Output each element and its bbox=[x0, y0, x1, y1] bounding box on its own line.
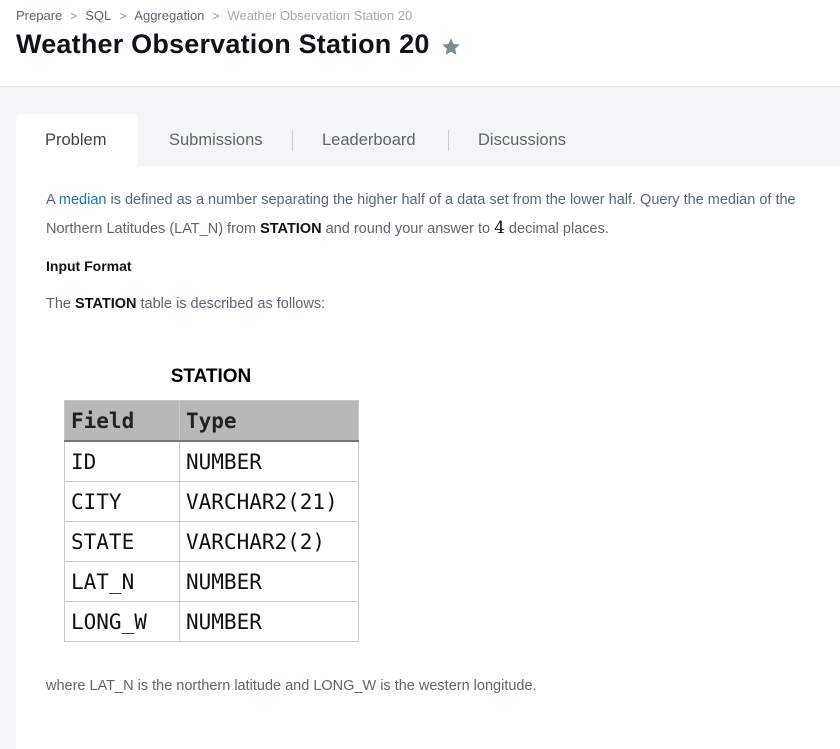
table-header-row: Field Type bbox=[64, 400, 359, 442]
text: decimal places. bbox=[504, 221, 609, 237]
cell-type: NUMBER bbox=[179, 601, 359, 642]
tab-divider bbox=[292, 130, 293, 151]
cell-field: LAT_N bbox=[64, 561, 180, 602]
problem-tabs: Problem Submissions Leaderboard Discussi… bbox=[16, 114, 840, 167]
footer-note: where LAT_N is the northern latitude and… bbox=[46, 678, 537, 694]
breadcrumb: Prepare > SQL > Aggregation > Weather Observat… bbox=[16, 8, 412, 23]
tab-discussions[interactable]: Discussions bbox=[478, 114, 566, 166]
star-icon[interactable] bbox=[440, 36, 462, 58]
decimal-places: 4 bbox=[494, 218, 505, 238]
cell-type: NUMBER bbox=[179, 561, 359, 602]
table-row: ID NUMBER bbox=[64, 440, 359, 482]
cell-type: NUMBER bbox=[179, 440, 359, 482]
cell-field: LONG_W bbox=[64, 601, 180, 642]
header-type: Type bbox=[179, 400, 359, 442]
breadcrumb-current: Weather Observation Station 20 bbox=[227, 8, 413, 23]
table-name: STATION bbox=[75, 296, 137, 312]
tab-divider bbox=[448, 130, 449, 151]
page-header: Prepare > SQL > Aggregation > Weather Observat… bbox=[0, 0, 840, 87]
text: A bbox=[46, 192, 59, 208]
table-row: LONG_W NUMBER bbox=[64, 601, 359, 642]
header-field: Field bbox=[64, 400, 180, 442]
table-name: STATION bbox=[260, 221, 322, 237]
text: Northern Latitudes (LAT_N) from bbox=[46, 221, 261, 237]
cell-field: ID bbox=[64, 440, 180, 482]
tab-submissions[interactable]: Submissions bbox=[169, 114, 263, 166]
cell-type: VARCHAR2(21) bbox=[179, 481, 359, 522]
table-row: CITY VARCHAR2(21) bbox=[64, 481, 359, 522]
chevron-right-icon: > bbox=[70, 9, 78, 23]
problem-statement: A median is defined as a number separati… bbox=[16, 166, 840, 749]
cell-field: STATE bbox=[64, 521, 180, 562]
tab-leaderboard[interactable]: Leaderboard bbox=[322, 114, 416, 166]
table-caption: STATION bbox=[170, 366, 252, 387]
cell-type: VARCHAR2(2) bbox=[179, 521, 359, 562]
text: The bbox=[46, 296, 76, 312]
chevron-right-icon: > bbox=[212, 9, 220, 23]
chevron-right-icon: > bbox=[119, 9, 127, 23]
table-row: LAT_N NUMBER bbox=[64, 561, 359, 602]
input-format-heading: Input Format bbox=[46, 258, 132, 274]
text: is defined as a number separating the hi… bbox=[106, 192, 796, 208]
median-link[interactable]: median bbox=[59, 192, 107, 208]
station-table: Field Type ID NUMBER CITY VARCHAR2(21) S… bbox=[64, 400, 359, 642]
breadcrumb-prepare[interactable]: Prepare bbox=[16, 8, 62, 23]
table-description: The STATION table is described as follow… bbox=[46, 290, 325, 318]
tab-problem[interactable]: Problem bbox=[16, 114, 138, 167]
text: table is described as follows: bbox=[136, 296, 326, 312]
tab-label: Problem bbox=[45, 131, 107, 149]
cell-field: CITY bbox=[64, 481, 180, 522]
table-row: STATE VARCHAR2(2) bbox=[64, 521, 359, 562]
text: and round your answer to bbox=[321, 221, 495, 237]
problem-description: A median is defined as a number separati… bbox=[46, 186, 796, 243]
page-title: Weather Observation Station 20 bbox=[16, 29, 430, 59]
breadcrumb-aggregation[interactable]: Aggregation bbox=[134, 8, 204, 23]
breadcrumb-sql[interactable]: SQL bbox=[85, 8, 111, 23]
